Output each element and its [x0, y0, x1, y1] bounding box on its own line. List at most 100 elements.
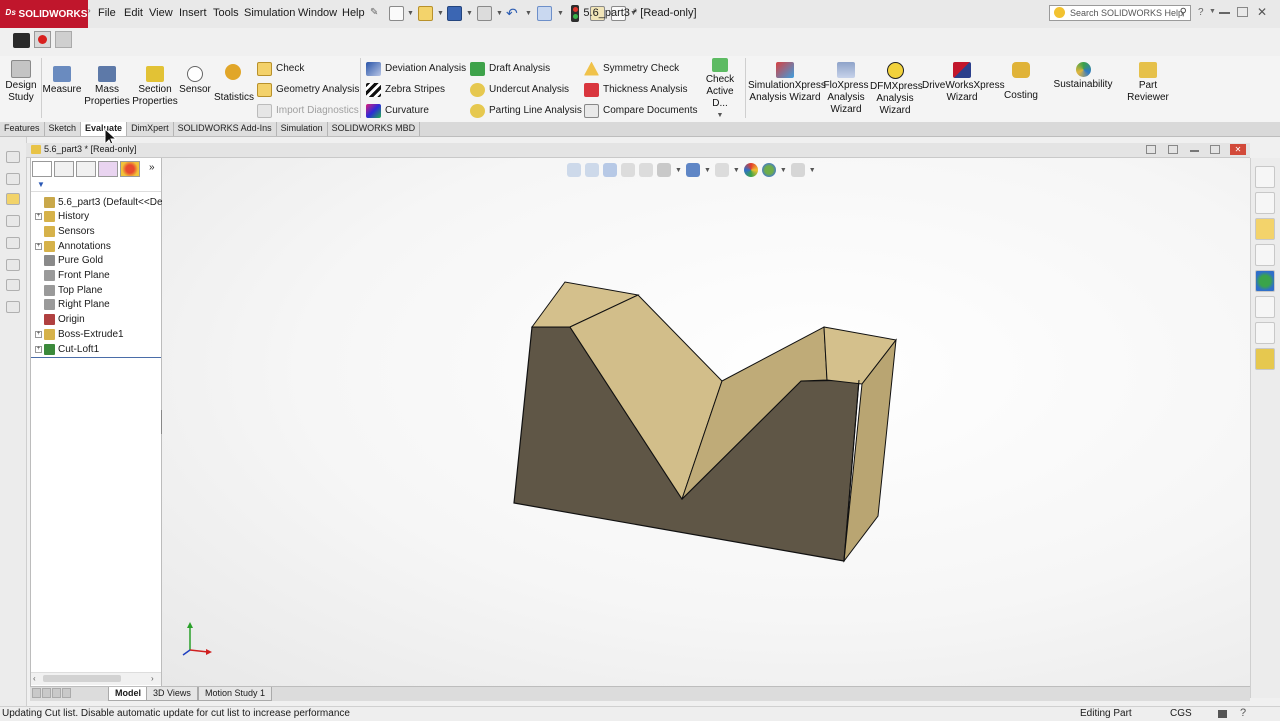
- unit-system-selector[interactable]: CGS: [1170, 707, 1192, 721]
- tree-item[interactable]: Sensors: [31, 224, 95, 238]
- tree-item[interactable]: 5.6_part3 (Default<<De: [31, 195, 163, 209]
- tab-features[interactable]: Features: [0, 122, 45, 136]
- view-palette-icon[interactable]: [1255, 244, 1275, 266]
- dimxpert-manager-icon[interactable]: [98, 161, 118, 177]
- tile-vertical-icon[interactable]: [1168, 145, 1178, 154]
- view-settings-icon[interactable]: [790, 163, 805, 177]
- scroll-thumb[interactable]: [43, 675, 121, 682]
- check-active-dropdown-icon[interactable]: ▼: [698, 110, 742, 122]
- close-icon[interactable]: ✕: [1257, 5, 1267, 19]
- scroll-left-icon[interactable]: ‹: [33, 674, 36, 683]
- draft-analysis-button[interactable]: Draft Analysis: [470, 58, 578, 79]
- doc-restore-icon[interactable]: [1210, 145, 1220, 154]
- measure-button[interactable]: Measure: [42, 66, 82, 96]
- smart-dimension-icon[interactable]: [6, 173, 20, 185]
- edit-appearance-icon[interactable]: [743, 163, 758, 177]
- tree-item[interactable]: + Cut-Loft1: [31, 342, 99, 356]
- record-icon[interactable]: [34, 31, 51, 48]
- first-tab-icon[interactable]: [32, 688, 41, 698]
- design-study-button[interactable]: Design Study: [2, 60, 40, 104]
- simulationxpress-button[interactable]: SimulationXpress Analysis Wizard: [748, 62, 826, 104]
- last-tab-icon[interactable]: [62, 688, 71, 698]
- display-style-dropdown-icon[interactable]: ▼: [704, 167, 711, 174]
- costing-button[interactable]: Costing: [1000, 62, 1042, 102]
- tree-item[interactable]: Pure Gold: [31, 254, 103, 268]
- next-tab-icon[interactable]: [52, 688, 61, 698]
- zebra-stripes-button[interactable]: Zebra Stripes: [366, 79, 466, 100]
- deviation-analysis-button[interactable]: Deviation Analysis: [366, 58, 466, 79]
- sketch-tool-icon[interactable]: [6, 151, 20, 163]
- thickness-analysis-button[interactable]: Thickness Analysis: [584, 79, 694, 100]
- circle-tool-icon[interactable]: [6, 259, 20, 271]
- view-orientation-dropdown-icon[interactable]: ▼: [675, 167, 682, 174]
- appearances-scenes-icon[interactable]: [1255, 270, 1275, 292]
- help-dropdown-icon[interactable]: ▼: [1209, 8, 1216, 15]
- mass-properties-button[interactable]: Mass Properties: [84, 66, 130, 108]
- expand-toggle-icon[interactable]: +: [35, 330, 42, 338]
- part-model-3d[interactable]: [502, 276, 902, 566]
- apply-scene-icon[interactable]: [761, 163, 776, 177]
- dfmxpress-button[interactable]: DFMXpress Analysis Wizard: [870, 62, 923, 117]
- help-question-icon[interactable]: ?: [1198, 7, 1204, 18]
- camera-icon[interactable]: [13, 33, 30, 48]
- dynamic-annotation-icon[interactable]: [639, 163, 653, 177]
- scroll-right-icon[interactable]: ›: [151, 674, 154, 683]
- section-properties-button[interactable]: Section Properties: [132, 66, 178, 108]
- zoom-to-area-icon[interactable]: [585, 163, 599, 177]
- minimize-icon[interactable]: [1219, 12, 1230, 14]
- customize-status-icon[interactable]: [1218, 710, 1227, 718]
- tree-item[interactable]: Origin: [31, 313, 85, 327]
- tree-item[interactable]: + History: [31, 210, 89, 224]
- tab-dimxpert[interactable]: DimXpert: [127, 122, 174, 136]
- rectangle-tool-icon[interactable]: [6, 237, 20, 249]
- view-settings-dropdown-icon[interactable]: ▼: [809, 167, 816, 174]
- graphics-area[interactable]: ▼ ▼ ▼ ▼ ▼: [162, 158, 1250, 686]
- check-button[interactable]: Check: [257, 58, 357, 79]
- statistics-button[interactable]: Statistics: [214, 64, 254, 104]
- trim-tool-icon[interactable]: [6, 301, 20, 313]
- tab-3d-views[interactable]: 3D Views: [146, 687, 198, 701]
- check-active-document-button[interactable]: Check Active D... ▼: [698, 58, 742, 122]
- status-help-icon[interactable]: ?: [1240, 706, 1246, 720]
- restore-icon[interactable]: [1237, 7, 1248, 17]
- tab-sketch[interactable]: Sketch: [44, 122, 82, 136]
- doc-minimize-icon[interactable]: [1190, 150, 1199, 152]
- apply-scene-dropdown-icon[interactable]: ▼: [780, 167, 787, 174]
- magnifier-icon[interactable]: ⚲: [1180, 6, 1187, 20]
- display-manager-icon[interactable]: [120, 161, 140, 177]
- expand-tabs-icon[interactable]: »: [149, 162, 155, 173]
- tab-simulation[interactable]: Simulation: [276, 122, 328, 136]
- feature-manager-tree-icon[interactable]: [32, 161, 52, 177]
- tile-horizontal-icon[interactable]: [1146, 145, 1156, 154]
- geometry-analysis-button[interactable]: Geometry Analysis: [257, 79, 359, 100]
- expand-toggle-icon[interactable]: +: [35, 242, 42, 250]
- file-explorer-icon[interactable]: [1255, 218, 1275, 240]
- search-help-input[interactable]: Search SOLIDWORKS Help ⚲: [1049, 5, 1191, 21]
- tree-horizontal-scrollbar[interactable]: ‹ ›: [31, 672, 161, 685]
- tab-solidworks-mbd[interactable]: SOLIDWORKS MBD: [327, 122, 421, 136]
- zoom-to-fit-icon[interactable]: [567, 163, 581, 177]
- configuration-manager-icon[interactable]: [76, 161, 96, 177]
- tree-item[interactable]: Top Plane: [31, 283, 102, 297]
- view-orientation-icon[interactable]: [657, 163, 671, 177]
- tab-model[interactable]: Model: [108, 687, 148, 701]
- tree-item[interactable]: Right Plane: [31, 298, 110, 312]
- doc-close-icon[interactable]: ✕: [1230, 144, 1246, 155]
- import-diagnostics-button[interactable]: Import Diagnostics: [257, 100, 359, 121]
- solidworks-forum-icon[interactable]: [1255, 322, 1275, 344]
- tab-solidworks-add-ins[interactable]: SOLIDWORKS Add-Ins: [173, 122, 277, 136]
- previous-view-icon[interactable]: [603, 163, 617, 177]
- tree-item[interactable]: + Annotations: [31, 239, 111, 253]
- display-style-icon[interactable]: [685, 163, 700, 177]
- solidworks-resources-icon[interactable]: [1255, 166, 1275, 188]
- parting-line-analysis-button[interactable]: Parting Line Analysis: [470, 100, 582, 121]
- custom-properties-icon[interactable]: [1255, 296, 1275, 318]
- tab-motion-study-1[interactable]: Motion Study 1: [198, 687, 273, 701]
- design-library-icon[interactable]: [1255, 192, 1275, 214]
- tree-item[interactable]: Front Plane: [31, 269, 110, 283]
- stop-record-icon[interactable]: [55, 31, 72, 48]
- driveworksxpress-button[interactable]: DriveWorksXpress Wizard: [922, 62, 1005, 104]
- tree-filter[interactable]: ▼: [31, 180, 161, 192]
- curvature-button[interactable]: Curvature: [366, 100, 466, 121]
- compare-documents-button[interactable]: Compare Documents: [584, 100, 697, 121]
